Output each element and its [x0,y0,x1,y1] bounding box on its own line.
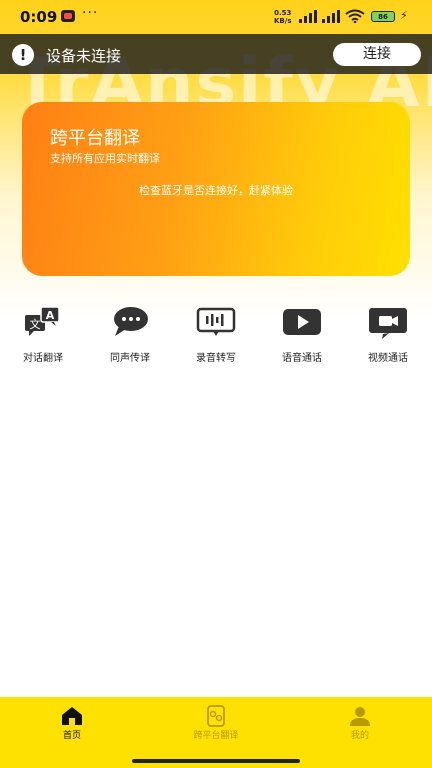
charging-icon: ⚡ [400,9,408,22]
signal-icon [297,9,319,23]
card-subtitle: 支持所有应用实时翻译 [50,152,160,165]
home-icon [62,707,82,725]
connection-status-text: 设备未连接 [46,47,122,65]
feature-label: 视频通话 [368,353,408,364]
connect-button[interactable]: 连接 [333,43,421,66]
connection-banner: ! 设备未连接 连接 [0,34,432,74]
status-time: 0:09 [20,8,58,26]
home-indicator [132,759,300,763]
network-speed: 0.53 KB/s [274,9,291,25]
feature-label: 同声传译 [110,353,150,364]
conversation-translate-icon: 文 A [25,306,60,336]
feature-voice-call[interactable]: 语音通话 [262,302,342,368]
recording-icon [196,307,236,336]
battery-icon: 86 [371,11,395,22]
feature-conversation-translate[interactable]: 文 A 对话翻译 [3,302,83,368]
more-notifications-icon: ··· [82,5,99,21]
tab-profile[interactable]: 我的 [310,697,410,747]
feature-label: 录音转写 [196,353,236,364]
tab-label: 跨平台翻译 [193,731,239,741]
feature-label: 语音通话 [282,353,322,364]
video-camera-icon [369,308,407,339]
feature-recording-transcribe[interactable]: 录音转写 [176,302,256,368]
notification-app-icon [61,10,75,22]
cross-platform-card[interactable]: 跨平台翻译 支持所有应用实时翻译 检查蓝牙是否连接好，赶紧体验 [22,102,410,276]
wifi-icon [345,9,365,23]
tab-label: 首页 [62,731,81,741]
svg-text:A: A [46,309,55,322]
network-speed-unit: KB/s [274,17,292,25]
card-hint: 检查蓝牙是否连接好，赶紧体验 [139,184,293,197]
feature-video-call[interactable]: 视频通话 [348,302,428,368]
feature-simultaneous-interpretation[interactable]: 同声传译 [90,302,170,368]
alert-icon: ! [12,44,34,66]
tab-home[interactable]: 首页 [22,697,122,747]
feature-label: 对话翻译 [23,353,63,364]
tab-label: 我的 [350,731,369,741]
svg-text:文: 文 [30,317,41,331]
bottom-tab-bar: 首页 跨平台翻译 我的 [0,697,432,768]
chat-bubble-icon [114,307,148,336]
tab-cross-platform[interactable]: 跨平台翻译 [166,697,266,747]
signal-icon [320,9,342,23]
feature-row: 文 A 对话翻译 同声传译 录音转写 语音通话 视频通话 [0,302,432,372]
translate-device-icon [207,705,225,727]
play-icon [283,309,321,335]
status-bar: 0:09 ··· 0.53 KB/s 86 ⚡ [0,0,432,34]
network-speed-value: 0.53 [274,9,292,17]
user-icon [350,707,370,726]
card-title: 跨平台翻译 [50,128,140,149]
